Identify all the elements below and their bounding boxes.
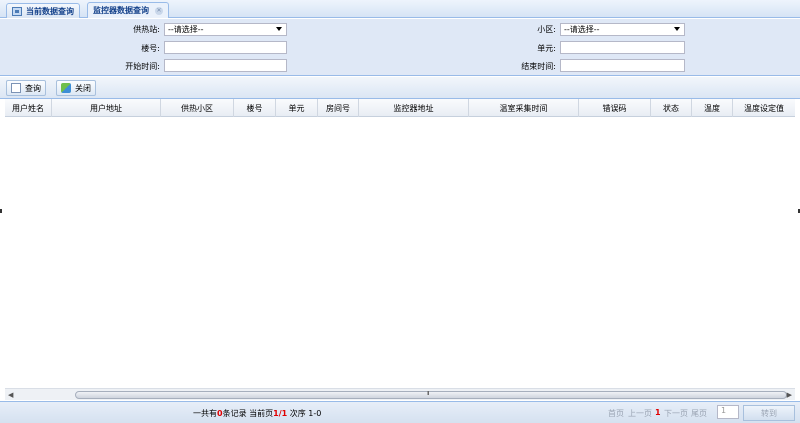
first-page-link[interactable]: 首页 — [608, 408, 624, 419]
horizontal-scrollbar[interactable]: ◀ III ▶ — [5, 388, 795, 400]
end-time-label: 结束时间: — [521, 62, 556, 71]
unit-input[interactable] — [560, 41, 685, 54]
end-time-input[interactable] — [560, 59, 685, 72]
tab-current-data-query[interactable]: 当前数据查询 — [6, 3, 80, 18]
supply-station-select[interactable]: --请选择-- — [164, 23, 287, 36]
search-icon — [11, 83, 21, 93]
column-header[interactable]: 监控器地址 — [359, 99, 469, 117]
current-page: 1/1 — [273, 409, 288, 418]
left-edge-marker — [0, 209, 2, 213]
tab-label: 当前数据查询 — [26, 6, 74, 16]
tab-bar: 当前数据查询 监控器数据查询 ✕ — [0, 0, 800, 18]
building-input[interactable] — [164, 41, 287, 54]
column-header[interactable]: 温室采集时间 — [469, 99, 579, 117]
column-header[interactable]: 温度 — [692, 99, 733, 117]
next-page-link[interactable]: 下一页 — [664, 408, 688, 419]
search-panel: 供热站: --请选择-- 小区: --请选择-- 楼号: 单元: 开始时间: 结… — [0, 19, 800, 76]
table-body — [5, 117, 795, 388]
dropdown-arrow-icon — [276, 27, 282, 31]
column-header[interactable]: 错误码 — [579, 99, 651, 117]
column-header[interactable]: 状态 — [651, 99, 692, 117]
unit-label: 单元: — [537, 44, 556, 53]
community-label: 小区: — [537, 25, 556, 34]
column-header[interactable]: 用户姓名 — [5, 99, 52, 117]
building-label: 楼号: — [141, 44, 160, 53]
go-button[interactable]: 转到 — [743, 405, 795, 421]
record-summary: 一共有0条记录 当前页1/1 次序 1-0 — [193, 409, 322, 418]
tab-label: 监控器数据查询 — [93, 6, 149, 15]
last-page-link[interactable]: 尾页 — [691, 408, 707, 419]
toolbar: 查询 关闭 — [0, 77, 800, 99]
scroll-left-icon[interactable]: ◀ — [8, 391, 13, 399]
page-jump-input[interactable]: 1 — [717, 405, 739, 419]
window-icon — [12, 6, 22, 16]
table-header: 用户姓名 用户地址 供热小区 楼号 单元 房间号 监控器地址 温室采集时间 错误… — [5, 99, 795, 117]
close-icon[interactable]: ✕ — [155, 6, 163, 15]
pager: 一共有0条记录 当前页1/1 次序 1-0 首页 上一页 1 下一页 尾页 1 … — [0, 401, 800, 423]
column-header[interactable]: 温度设定值 — [733, 99, 795, 117]
scroll-right-icon[interactable]: ▶ — [787, 391, 792, 399]
grip-icon: III — [427, 391, 430, 397]
exit-icon — [61, 83, 71, 93]
start-time-input[interactable] — [164, 59, 287, 72]
community-select[interactable]: --请选择-- — [560, 23, 685, 36]
supply-station-label: 供热站: — [133, 25, 160, 34]
column-header[interactable]: 楼号 — [234, 99, 276, 117]
scroll-thumb[interactable] — [75, 391, 787, 399]
page-number[interactable]: 1 — [655, 408, 661, 417]
prev-page-link[interactable]: 上一页 — [628, 408, 652, 419]
dropdown-arrow-icon — [674, 27, 680, 31]
column-header[interactable]: 房间号 — [318, 99, 359, 117]
column-header[interactable]: 供热小区 — [161, 99, 234, 117]
start-time-label: 开始时间: — [125, 62, 160, 71]
query-button[interactable]: 查询 — [6, 80, 46, 96]
column-header[interactable]: 单元 — [276, 99, 318, 117]
tab-monitor-data-query[interactable]: 监控器数据查询 ✕ — [87, 2, 169, 18]
close-button[interactable]: 关闭 — [56, 80, 96, 96]
column-header[interactable]: 用户地址 — [52, 99, 161, 117]
